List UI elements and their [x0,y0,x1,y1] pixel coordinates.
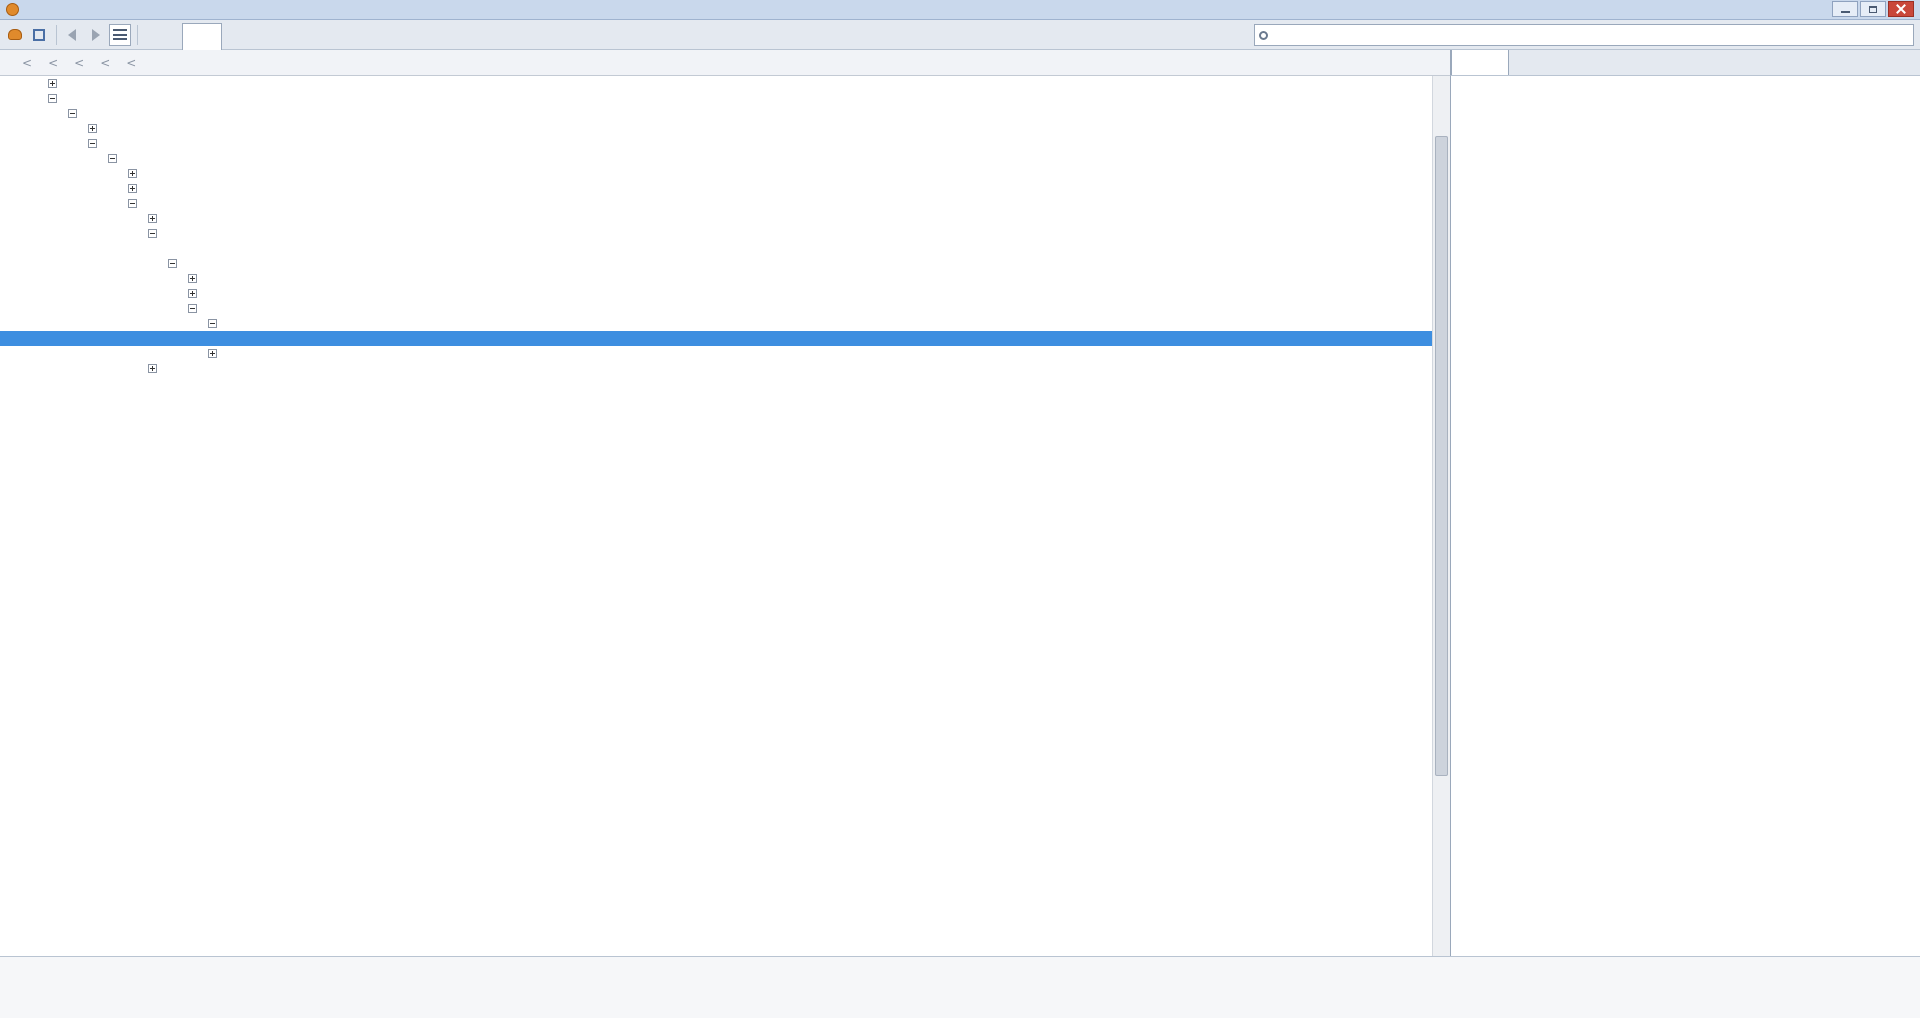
command-line-row [6,979,1818,995]
style-rule-line [1451,136,1920,151]
tree-row[interactable] [0,256,1432,271]
html-tree-panel [0,76,1432,956]
panel-tab[interactable] [142,20,182,50]
firebug-icon [6,3,19,16]
style-rule-line [1451,166,1920,181]
menu-icon [113,29,127,40]
expand-toggle-icon[interactable] [208,349,217,358]
style-rule-line [1451,181,1920,196]
breadcrumb-separator: < [48,55,59,70]
tree-row[interactable] [0,136,1432,151]
tree-row[interactable] [0,196,1432,211]
main-toolbar [0,20,1920,50]
command-input[interactable] [14,979,1818,995]
collapse-toggle-icon[interactable] [48,94,57,103]
tree-row-selected[interactable] [0,331,1432,346]
tree-row[interactable] [0,301,1432,316]
command-line [0,956,1920,1018]
bug-icon [8,29,22,40]
minimize-icon [1840,10,1850,13]
tree-row[interactable] [0,226,1432,241]
breadcrumb-separator: < [22,55,33,70]
collapse-toggle-icon[interactable] [188,304,197,313]
toolbar-divider [56,24,57,45]
collapse-toggle-icon[interactable] [128,199,137,208]
side-panel-tabs [1450,50,1920,76]
window-controls [1832,1,1914,17]
tree-row[interactable] [0,106,1432,121]
inspect-icon [33,28,45,41]
collapse-toggle-icon[interactable] [208,319,217,328]
collapse-toggle-icon[interactable] [108,154,117,163]
expand-toggle-icon[interactable] [128,169,137,178]
scrollbar-thumb[interactable] [1435,136,1448,776]
expand-toggle-icon[interactable] [148,364,157,373]
close-button[interactable] [1888,1,1914,17]
arrow-left-icon [68,28,76,41]
search-box [1254,24,1914,46]
tree-row[interactable] [0,361,1432,376]
collapse-toggle-icon[interactable] [68,109,77,118]
panel-tab[interactable] [262,20,302,50]
tree-row[interactable] [0,271,1432,286]
breadcrumb: < < < < < [0,50,1450,76]
tree-row[interactable] [0,286,1432,301]
style-rule-line [1451,91,1920,106]
tree-row[interactable] [0,76,1432,91]
maximize-button[interactable] [1860,1,1886,17]
style-rule-line [1451,151,1920,166]
panel-tab-active[interactable] [182,22,222,50]
expand-toggle-icon[interactable] [188,289,197,298]
tree-row[interactable] [0,121,1432,136]
title-bar [0,0,1920,20]
tree-row[interactable] [0,316,1432,331]
panel-tab[interactable] [342,20,382,50]
minimize-button[interactable] [1832,1,1858,17]
style-rule-line [1451,211,1920,226]
breadcrumb-separator: < [74,55,85,70]
search-icon [1259,30,1268,40]
close-icon [1896,4,1906,14]
forward-button[interactable] [85,24,107,46]
tree-row[interactable] [0,181,1432,196]
breadcrumb-separator: < [126,55,137,70]
side-tab-active[interactable] [1451,50,1509,75]
expand-toggle-icon[interactable] [48,79,57,88]
panel-tabs [142,20,422,50]
styles-panel [1450,76,1920,956]
inspect-button[interactable] [28,24,50,46]
breadcrumb-separator: < [100,55,111,70]
side-tab[interactable] [1565,50,1621,75]
expand-toggle-icon[interactable] [148,214,157,223]
back-button[interactable] [61,24,83,46]
panel-tab[interactable] [302,20,342,50]
style-rule-line [1451,76,1920,91]
style-rule-line [1451,196,1920,211]
collapse-toggle-icon[interactable] [148,229,157,238]
tree-row[interactable] [0,151,1432,166]
search-input[interactable] [1274,27,1898,43]
tree-row[interactable] [0,91,1432,106]
collapse-toggle-icon[interactable] [88,139,97,148]
html-pane-scrollbar[interactable] [1432,76,1450,956]
panel-tab[interactable] [222,20,262,50]
firebug-menu-button[interactable] [4,24,26,46]
style-rule-line [1451,121,1920,136]
side-tab[interactable] [1621,50,1677,75]
tree-row[interactable] [0,166,1432,181]
style-rule-line [1451,106,1920,121]
tree-row[interactable] [0,241,1432,256]
tree-row[interactable] [0,211,1432,226]
maximize-icon [1869,5,1877,13]
panel-menu-button[interactable] [109,23,131,46]
toolbar-divider [137,24,138,45]
expand-toggle-icon[interactable] [88,124,97,133]
collapse-toggle-icon[interactable] [168,259,177,268]
expand-toggle-icon[interactable] [188,274,197,283]
tree-row[interactable] [0,346,1432,361]
arrow-right-icon [92,28,100,41]
expand-toggle-icon[interactable] [128,184,137,193]
panel-tab[interactable] [382,20,422,50]
side-tab[interactable] [1509,50,1565,75]
